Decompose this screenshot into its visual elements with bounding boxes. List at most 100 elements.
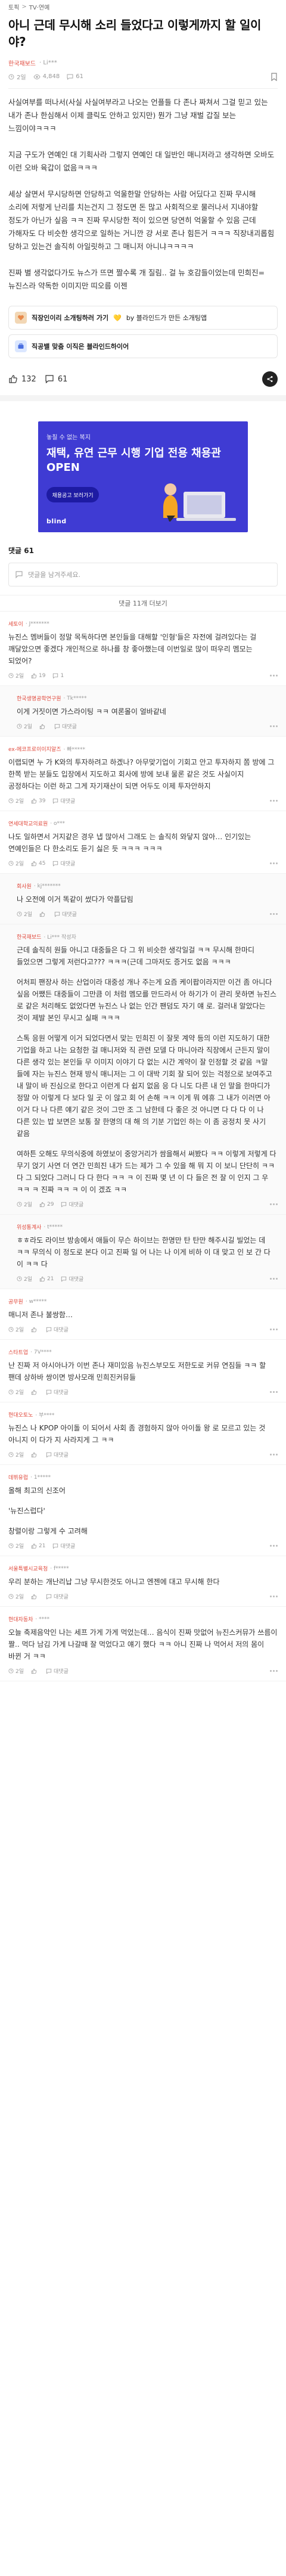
comment-reply-button[interactable]: 대댓글 bbox=[54, 722, 77, 730]
comment-like-button[interactable]: 39 bbox=[31, 798, 45, 804]
comment-author[interactable]: 연세대학교의료원 · o*** bbox=[8, 820, 278, 828]
comment-like-button[interactable] bbox=[31, 1452, 39, 1458]
comment-like-button[interactable] bbox=[31, 1327, 39, 1333]
comment-like-button[interactable]: 29 bbox=[39, 1202, 54, 1208]
ad-banner[interactable]: 놓칠 수 없는 복지 재택, 유연 근무 시행 기업 전용 채용관 OPEN 채… bbox=[38, 421, 248, 532]
comment-reply-button[interactable]: 대댓글 bbox=[52, 859, 75, 867]
ad-cta-button[interactable]: 채용공고 보러가기 bbox=[46, 487, 99, 502]
comment-meta: 2일 대댓글 bbox=[8, 1388, 278, 1396]
comment-reply-button[interactable]: 대댓글 bbox=[52, 1542, 75, 1550]
more-options-icon[interactable] bbox=[270, 725, 278, 727]
comment-author[interactable]: 공무원 · w***** bbox=[8, 1298, 278, 1306]
breadcrumb-home[interactable]: 토픽 bbox=[8, 2, 19, 11]
comment-body: 올해 최고의 신조어 '뉴진스럽다' 창렬이랑 그렇게 수 고려해 bbox=[8, 1485, 278, 1537]
comment-reply-button[interactable]: 대댓글 bbox=[52, 797, 75, 805]
more-options-icon[interactable] bbox=[270, 1391, 278, 1393]
comment-company[interactable]: 연세대학교의료원 bbox=[8, 820, 48, 827]
thumbs-up-icon bbox=[39, 911, 45, 917]
breadcrumb-section[interactable]: TV·연예 bbox=[29, 2, 50, 11]
more-options-icon[interactable] bbox=[270, 1203, 278, 1205]
comment-like-button[interactable]: 21 bbox=[31, 1543, 45, 1549]
comment-reply-button[interactable]: 대댓글 bbox=[46, 1326, 69, 1333]
breadcrumb: 토픽 > TV·연예 bbox=[0, 0, 286, 13]
comment-icon bbox=[46, 1327, 52, 1333]
share-button[interactable] bbox=[262, 371, 278, 387]
more-options-icon[interactable] bbox=[270, 1545, 278, 1547]
ad-title: 재택, 유연 근무 시행 기업 전용 채용관 OPEN bbox=[46, 447, 221, 474]
comment-company[interactable]: 스타트업 bbox=[8, 1348, 28, 1356]
comment-company[interactable]: 위성통계사 bbox=[17, 1223, 41, 1231]
comment-reply-button[interactable]: 대댓글 bbox=[46, 1388, 69, 1396]
promo-dating-suffix: by 블라인드가 만든 소개팅앱 bbox=[126, 314, 207, 322]
comment-body: 뉴진스 멤버들이 정말 목독하다면 본인들을 대해할 '인형'들은 자전에 걸려… bbox=[8, 631, 278, 667]
comment-reply-button[interactable]: 대댓글 bbox=[46, 1667, 69, 1675]
comment-like-button[interactable]: 21 bbox=[39, 1276, 54, 1282]
comment-input[interactable]: 댓글을 남겨주세요. bbox=[8, 563, 278, 586]
comment-item: 세토이 · J******* 뉴진스 멤버들이 정말 목독하다면 본인들을 대해할 … bbox=[0, 612, 286, 686]
comment-author[interactable]: 스타트업 · 7V**** bbox=[8, 1348, 278, 1357]
more-options-icon[interactable] bbox=[270, 800, 278, 802]
comment-company[interactable]: 한국생명공학연구원 bbox=[17, 694, 61, 702]
comment-author[interactable]: ex-에코프로이이지알즈 · 빠***** bbox=[8, 745, 278, 753]
more-options-icon[interactable] bbox=[270, 1278, 278, 1280]
comment-reply-button[interactable]: 대댓글 bbox=[46, 1451, 69, 1458]
reaction-bar: 132 61 bbox=[0, 363, 286, 395]
load-more-comments[interactable]: 댓글 11개 더보기 bbox=[0, 595, 286, 612]
comment-author[interactable]: 회사원 · kj******* bbox=[17, 882, 278, 890]
comment-author[interactable]: 서울특별시교육청 · f***** bbox=[8, 1565, 278, 1573]
comment-author[interactable]: 현대오토노 · 부**** bbox=[8, 1411, 278, 1419]
comment-company[interactable]: 현대자동차 bbox=[8, 1615, 33, 1623]
comment-like-button[interactable] bbox=[31, 1389, 39, 1395]
comment-icon bbox=[46, 1452, 52, 1458]
comment-author[interactable]: 위성통계사 · t***** bbox=[17, 1223, 278, 1231]
comment-like-button[interactable]: 19 bbox=[31, 673, 45, 679]
comment-company[interactable]: 회사원 bbox=[17, 882, 32, 890]
more-options-icon[interactable] bbox=[270, 1454, 278, 1455]
like-button[interactable]: 132 bbox=[8, 374, 36, 384]
comment-reply-button[interactable]: 대댓글 bbox=[54, 910, 77, 918]
comment-company[interactable]: 공무원 bbox=[8, 1298, 23, 1305]
comment-reply-button[interactable]: 대댓글 bbox=[46, 1593, 69, 1600]
comment-company[interactable]: 데뷔유럽 bbox=[8, 1473, 28, 1481]
promo-dating-link[interactable]: 직장인이리 소개팅하러 가기 💛 by 블라인드가 만든 소개팅앱 bbox=[8, 306, 278, 330]
comment-time: 2일 bbox=[17, 1200, 32, 1208]
comment-reply-button[interactable]: 1 bbox=[52, 673, 64, 679]
comment-like-button[interactable] bbox=[39, 724, 47, 730]
comment-like-button[interactable] bbox=[31, 1594, 39, 1600]
comment-reply-button[interactable]: 대댓글 bbox=[61, 1200, 83, 1208]
bookmark-icon[interactable] bbox=[271, 72, 278, 81]
more-options-icon[interactable] bbox=[270, 1670, 278, 1672]
comment-like-button[interactable] bbox=[31, 1668, 39, 1674]
more-options-icon[interactable] bbox=[270, 1596, 278, 1597]
ad-illustration bbox=[163, 483, 236, 522]
comment-author[interactable]: 한국재보드 · Li*** 작성자 bbox=[17, 933, 278, 941]
comment-company[interactable]: 현대오토노 bbox=[8, 1411, 33, 1419]
comment-reply-button[interactable]: 대댓글 bbox=[61, 1275, 83, 1283]
promo-hire-link[interactable]: 직공밸 맞춤 이직은 블라인드하이어 bbox=[8, 334, 278, 358]
comment-like-button[interactable] bbox=[39, 911, 47, 917]
post-time: 2일 bbox=[8, 72, 26, 81]
thumbs-up-icon bbox=[31, 673, 37, 678]
comment-company[interactable]: 세토이 bbox=[8, 620, 23, 628]
comment-meta: 2일 대댓글 bbox=[8, 1593, 278, 1600]
comment-like-button[interactable]: 45 bbox=[31, 861, 45, 867]
comment-company[interactable]: ex-에코프로이이지알즈 bbox=[8, 745, 61, 753]
comment-author[interactable]: 세토이 · J******* bbox=[8, 620, 278, 628]
post-author[interactable]: 한국재보드 · Li*** bbox=[8, 58, 278, 67]
more-options-icon[interactable] bbox=[270, 862, 278, 864]
more-options-icon[interactable] bbox=[270, 1329, 278, 1330]
comment-button[interactable]: 61 bbox=[45, 374, 67, 384]
comment-company[interactable]: 한국재보드 bbox=[17, 933, 41, 941]
comment-paragraph: 어처피 팬장사 하는 산업이라 대중성 개나 주는게 요즘 케이팝이라지만 이건… bbox=[17, 978, 276, 1022]
more-options-icon[interactable] bbox=[270, 913, 278, 915]
comment-nickname: · J******* bbox=[25, 620, 49, 627]
comment-body: 나 오전에 이거 똑같이 썼다가 악플답림 bbox=[17, 893, 278, 905]
comment-company[interactable]: 서울특별시교육청 bbox=[8, 1565, 48, 1572]
comment-author[interactable]: 데뷔유럽 · 1***** bbox=[8, 1473, 278, 1482]
author-company[interactable]: 한국재보드 bbox=[8, 58, 36, 67]
clock-icon bbox=[17, 1276, 22, 1281]
comment-author[interactable]: 한국생명공학연구원 · Tk***** bbox=[17, 694, 278, 703]
more-options-icon[interactable] bbox=[270, 675, 278, 676]
comment-author[interactable]: 현대자동차 · **** bbox=[8, 1615, 278, 1624]
section-divider bbox=[0, 395, 286, 401]
